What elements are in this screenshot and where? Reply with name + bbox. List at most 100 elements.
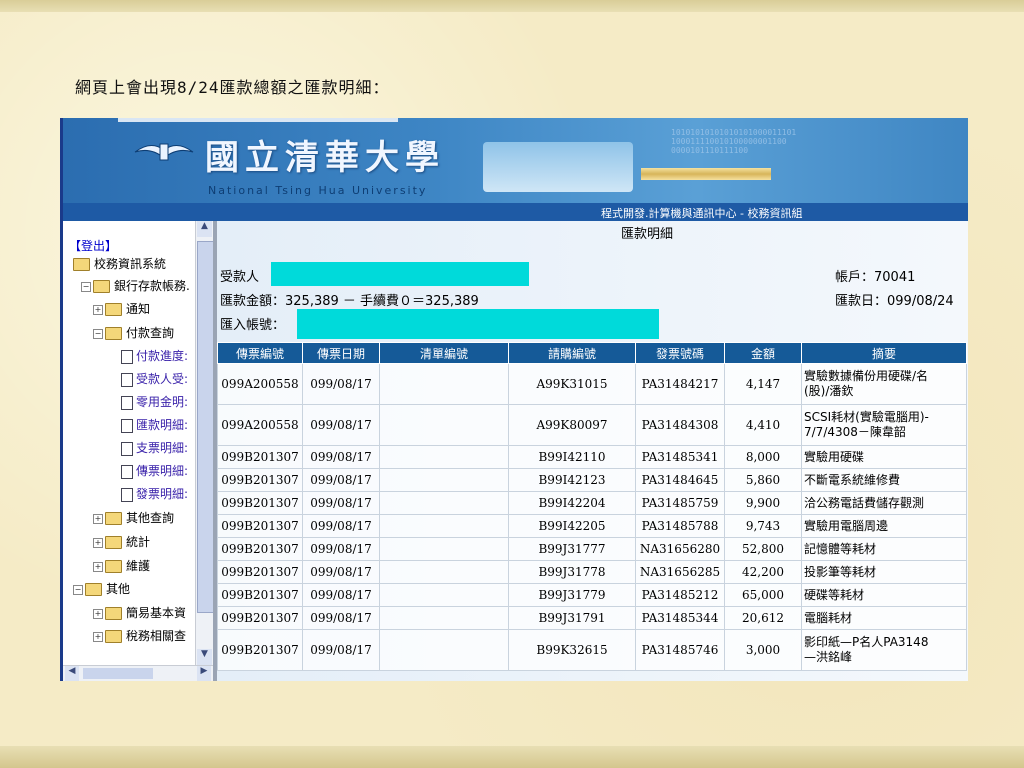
gold-bar-decoration <box>641 168 771 180</box>
folder-icon <box>105 512 122 525</box>
request-cell: B99I42205 <box>508 514 636 538</box>
folder-icon <box>105 303 122 316</box>
collapse-icon[interactable]: − <box>73 584 83 595</box>
document-icon <box>121 395 133 410</box>
request-cell: B99I42110 <box>508 445 636 469</box>
list-cell <box>379 583 509 607</box>
tree-item-payment-query[interactable]: − 付款查詢 <box>93 324 174 341</box>
account-redacted <box>297 309 659 339</box>
tree-item-remittance[interactable]: 匯款明細: <box>121 416 188 433</box>
request-cell: B99J31779 <box>508 583 636 607</box>
tree-item-voucher[interactable]: 傳票明細: <box>121 462 188 479</box>
tree-item-petty-cash[interactable]: 零用金明: <box>121 393 188 410</box>
summary-cell: 實驗數據備份用硬碟/名 (股)/潘欽 <box>801 363 967 405</box>
tree-horizontal-scrollbar[interactable]: ◀ ▶ <box>63 665 213 681</box>
list-cell <box>379 514 509 538</box>
col-invoice: 發票號碼 <box>635 342 725 364</box>
scroll-thumb[interactable] <box>197 241 214 613</box>
voucher-cell: 099A200558 <box>217 404 303 446</box>
request-cell: A99K80097 <box>508 404 636 446</box>
tree-item-other-query[interactable]: + 其他查詢 <box>93 509 174 526</box>
collapse-icon[interactable]: − <box>81 281 91 292</box>
request-cell: B99K32615 <box>508 629 636 671</box>
binary-decoration: 10101010101010101000011101 1000111100101… <box>671 128 797 155</box>
summary-cell: 硬碟等耗材 <box>801 583 967 607</box>
date-cell: 099/08/17 <box>302 363 380 405</box>
list-cell <box>379 537 509 561</box>
screenshot-frame: 國立清華大學 National Tsing Hua University 101… <box>60 118 968 681</box>
date-cell: 099/08/17 <box>302 445 380 469</box>
tree-item-payment-progress[interactable]: 付款進度: <box>121 347 188 364</box>
expand-icon[interactable]: + <box>93 513 103 524</box>
scroll-thumb-horizontal[interactable] <box>83 668 153 679</box>
voucher-cell: 099B201307 <box>217 629 303 671</box>
folder-icon <box>105 536 122 549</box>
tree-vertical-scrollbar[interactable]: ▲ ▼ <box>195 221 214 665</box>
tree-item-other[interactable]: − 其他 <box>73 580 130 597</box>
tree-item-maintenance[interactable]: + 維護 <box>93 557 150 574</box>
tree-item-tax[interactable]: + 稅務相關查 <box>93 627 186 644</box>
amount-cell: 3,000 <box>724 629 802 671</box>
amount-cell: 9,900 <box>724 491 802 515</box>
summary-cell: 影印紙—P名人PA3148 —洪銘峰 <box>801 629 967 671</box>
expand-icon[interactable]: + <box>93 631 103 642</box>
logout-link[interactable]: 【登出】 <box>69 237 117 254</box>
tree-item-invoice[interactable]: 發票明細: <box>121 485 188 502</box>
scroll-down-icon[interactable]: ▼ <box>197 649 212 665</box>
expand-icon[interactable]: + <box>93 608 103 619</box>
table-row: 099B201307 099/08/17 B99K32615 PA31485746 3,… <box>217 629 967 671</box>
invoice-cell: PA31485788 <box>635 514 725 538</box>
tree-item-payee[interactable]: 受款人受: <box>121 370 188 387</box>
invoice-cell: PA31484645 <box>635 468 725 492</box>
expand-icon[interactable]: + <box>93 561 103 572</box>
org-label: 程式開發.計算機與通訊中心 - 校務資訊組 <box>601 207 803 220</box>
tree-item-stats[interactable]: + 統計 <box>93 533 150 550</box>
campus-image <box>483 142 633 192</box>
slide-caption: 網頁上會出現8/24匯款總額之匯款明細： <box>75 78 390 97</box>
amount-cell: 20,612 <box>724 606 802 630</box>
table-row: 099A200558 099/08/17 A99K80097 PA31484308 4,… <box>217 404 967 446</box>
tree-item-system[interactable]: 校務資訊系統 <box>73 255 166 272</box>
table-row: 099B201307 099/08/17 B99I42204 PA31485759 9,… <box>217 491 967 515</box>
tree-item-notice[interactable]: + 通知 <box>93 300 150 317</box>
expand-icon[interactable]: + <box>93 304 103 315</box>
folder-icon <box>105 630 122 643</box>
amount-cell: 9,743 <box>724 514 802 538</box>
date-cell: 099/08/17 <box>302 404 380 446</box>
folder-icon <box>105 560 122 573</box>
list-cell <box>379 606 509 630</box>
date-cell: 099/08/17 <box>302 514 380 538</box>
page-title: 匯款明細 <box>621 227 674 242</box>
voucher-cell: 099B201307 <box>217 560 303 584</box>
scroll-left-icon[interactable]: ◀ <box>65 666 79 681</box>
invoice-cell: PA31484217 <box>635 363 725 405</box>
table-row: 099B201307 099/08/17 B99I42123 PA31484645 5,… <box>217 468 967 492</box>
amount-line: 匯款金額：325,389 － 手續費０＝325,389 <box>220 294 479 309</box>
tree-item-basic-info[interactable]: + 簡易基本資 <box>93 604 186 621</box>
voucher-cell: 099B201307 <box>217 583 303 607</box>
table-row: 099B201307 099/08/17 B99I42110 PA31485341 8,… <box>217 445 967 469</box>
expand-icon[interactable]: + <box>93 537 103 548</box>
tree-item-bank[interactable]: − 銀行存款帳務. <box>81 277 190 294</box>
invoice-cell: NA31656280 <box>635 537 725 561</box>
summary-cell: 不斷電系統維修費 <box>801 468 967 492</box>
scroll-right-icon[interactable]: ▶ <box>197 666 211 681</box>
summary-cell: 電腦耗材 <box>801 606 967 630</box>
summary-cell: 投影筆等耗材 <box>801 560 967 584</box>
voucher-cell: 099B201307 <box>217 468 303 492</box>
account-number: 帳戶：70041 <box>835 270 916 285</box>
open-folder-icon <box>105 327 122 340</box>
request-cell: A99K31015 <box>508 363 636 405</box>
col-list: 清單編號 <box>379 342 509 364</box>
summary-cell: 洽公務電話費儲存觀測 <box>801 491 967 515</box>
amount-cell: 52,800 <box>724 537 802 561</box>
list-cell <box>379 468 509 492</box>
collapse-icon[interactable]: − <box>93 328 103 339</box>
list-cell <box>379 629 509 671</box>
scroll-up-icon[interactable]: ▲ <box>197 221 212 237</box>
tree-item-check[interactable]: 支票明細: <box>121 439 188 456</box>
col-request: 請購編號 <box>508 342 636 364</box>
amount-cell: 42,200 <box>724 560 802 584</box>
request-cell: B99I42123 <box>508 468 636 492</box>
invoice-cell: NA31656285 <box>635 560 725 584</box>
